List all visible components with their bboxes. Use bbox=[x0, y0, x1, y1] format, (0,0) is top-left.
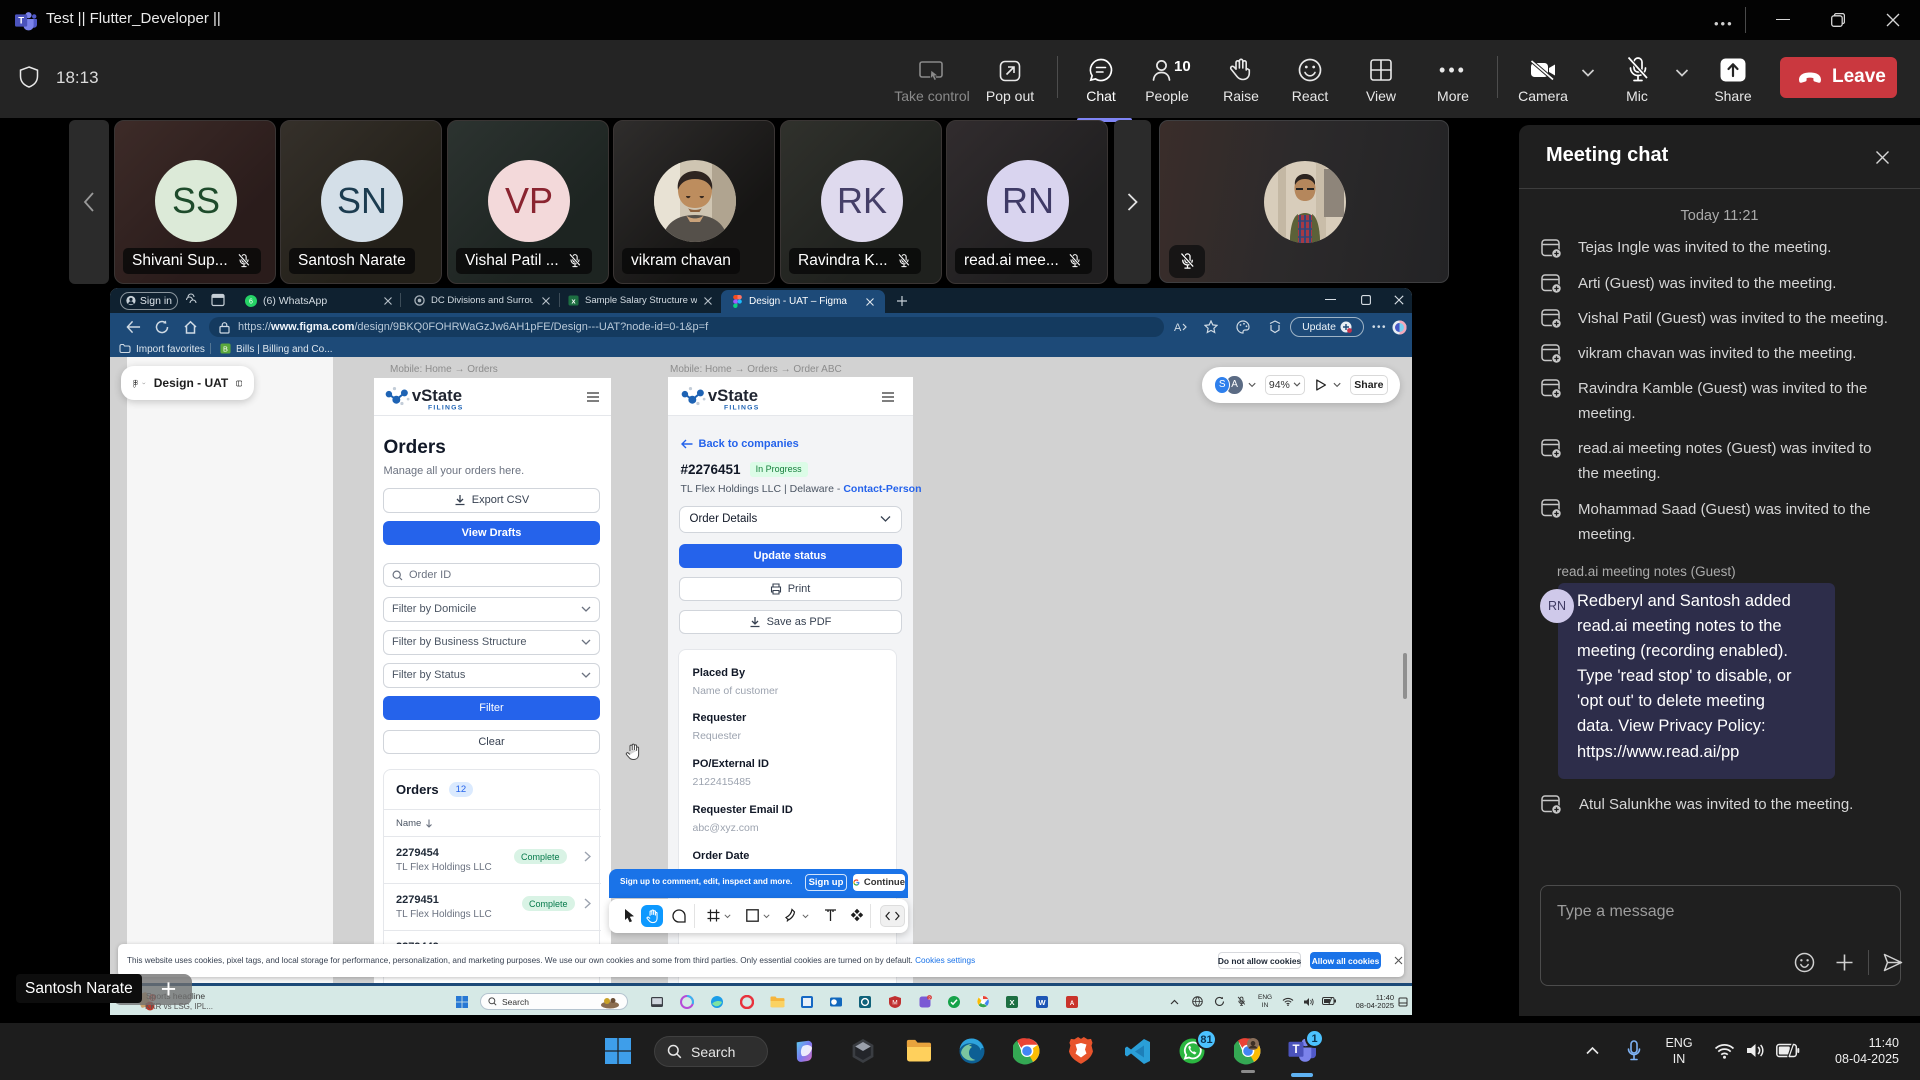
svg-text:X: X bbox=[1009, 998, 1014, 1007]
svg-text:vState: vState bbox=[707, 386, 757, 405]
svg-text:vState: vState bbox=[411, 385, 461, 404]
svg-text:M: M bbox=[892, 1000, 897, 1007]
svg-text:FILINGS: FILINGS bbox=[723, 404, 758, 411]
svg-text:T: T bbox=[1292, 1044, 1299, 1056]
svg-text:A: A bbox=[1174, 322, 1182, 334]
svg-text:W: W bbox=[1038, 998, 1046, 1007]
svg-text:6: 6 bbox=[249, 298, 253, 305]
svg-text:FILINGS: FILINGS bbox=[427, 404, 462, 411]
svg-text:B: B bbox=[223, 344, 228, 353]
svg-text:T: T bbox=[18, 16, 24, 27]
svg-text:A: A bbox=[1070, 1001, 1075, 1007]
